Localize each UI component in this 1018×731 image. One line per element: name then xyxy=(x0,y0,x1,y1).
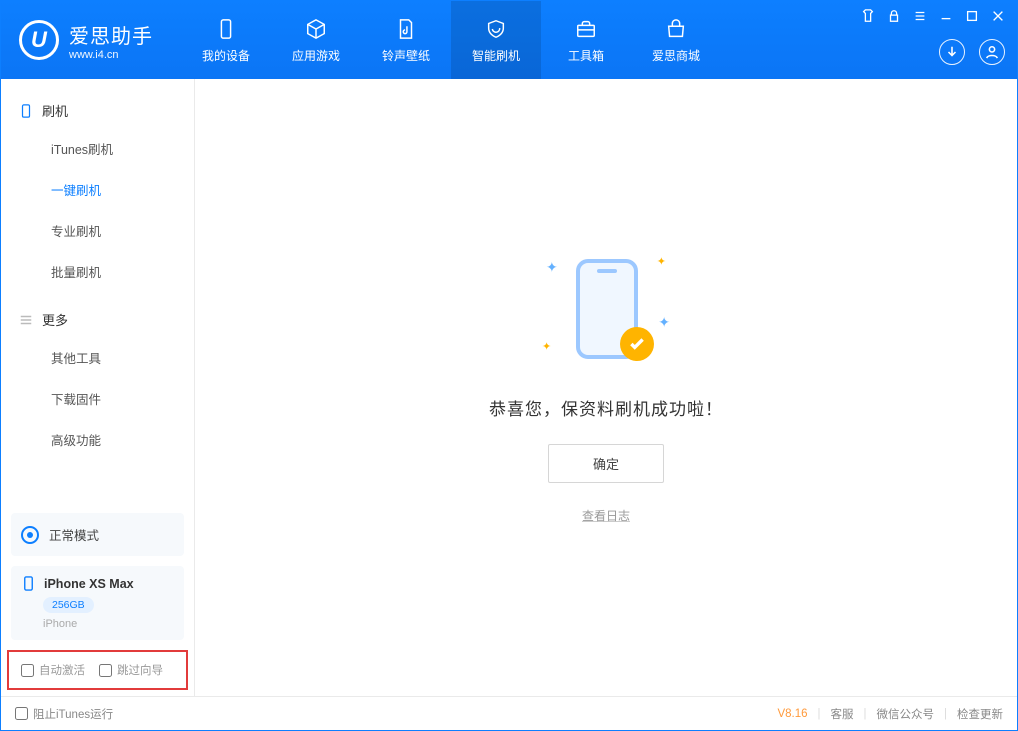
mode-status-icon xyxy=(21,526,39,544)
sidebar-group-flash: 刷机 iTunes刷机 一键刷机 专业刷机 批量刷机 xyxy=(1,93,194,292)
block-itunes-label: 阻止iTunes运行 xyxy=(33,706,113,722)
auto-activate-label: 自动激活 xyxy=(39,662,85,678)
download-icon[interactable] xyxy=(939,39,965,65)
header: U 爱思助手 www.i4.cn 我的设备 应用游戏 铃声壁纸 智能刷机 xyxy=(1,1,1017,79)
body: 刷机 iTunes刷机 一键刷机 专业刷机 批量刷机 更多 其他工具 下载固件 … xyxy=(1,79,1017,696)
toolbox-icon xyxy=(574,17,598,41)
auto-options-row: 自动激活 跳过向导 xyxy=(7,650,188,690)
sidebar-group-label: 更多 xyxy=(42,310,68,329)
skip-guide-checkbox[interactable]: 跳过向导 xyxy=(99,662,163,678)
separator: | xyxy=(818,708,821,720)
footer-right: V8.16 | 客服 | 微信公众号 | 检查更新 xyxy=(777,706,1003,722)
user-icon[interactable] xyxy=(979,39,1005,65)
sidebar-item-batch-flash[interactable]: 批量刷机 xyxy=(1,251,194,292)
block-itunes-checkbox[interactable]: 阻止iTunes运行 xyxy=(15,706,113,722)
version-label: V8.16 xyxy=(777,708,807,720)
store-icon xyxy=(664,17,688,41)
auto-activate-input[interactable] xyxy=(21,664,34,677)
check-badge-icon xyxy=(620,327,654,361)
tab-my-device[interactable]: 我的设备 xyxy=(181,1,271,79)
check-update-link[interactable]: 检查更新 xyxy=(957,706,1003,722)
maximize-icon[interactable] xyxy=(965,9,979,23)
sidebar-group-title-more: 更多 xyxy=(1,302,194,337)
logo-area: U 爱思助手 www.i4.cn xyxy=(1,1,181,79)
sidebar-group-title-flash: 刷机 xyxy=(1,93,194,128)
separator: | xyxy=(944,708,947,720)
phone-small-icon xyxy=(21,576,36,591)
device-box[interactable]: iPhone XS Max 256GB iPhone xyxy=(11,566,184,640)
mode-box[interactable]: 正常模式 xyxy=(11,513,184,556)
ok-button[interactable]: 确定 xyxy=(548,444,664,483)
tab-label: 爱思商城 xyxy=(652,47,700,64)
success-illustration: ✦ ✦ ✦ ✦ xyxy=(536,251,676,371)
device-name: iPhone XS Max xyxy=(44,577,134,591)
logo-icon: U xyxy=(19,20,59,60)
tab-smart-flash[interactable]: 智能刷机 xyxy=(451,1,541,79)
main-content: ✦ ✦ ✦ ✦ 恭喜您，保资料刷机成功啦！ 确定 查看日志 xyxy=(195,79,1017,696)
device-type: iPhone xyxy=(43,618,174,630)
sidebar: 刷机 iTunes刷机 一键刷机 专业刷机 批量刷机 更多 其他工具 下载固件 … xyxy=(1,79,195,696)
refresh-shield-icon xyxy=(484,17,508,41)
sidebar-item-other-tools[interactable]: 其他工具 xyxy=(1,337,194,378)
logo-text: 爱思助手 www.i4.cn xyxy=(69,20,153,61)
device-icon xyxy=(19,104,33,118)
skip-guide-input[interactable] xyxy=(99,664,112,677)
sidebar-item-itunes-flash[interactable]: iTunes刷机 xyxy=(1,128,194,169)
app-title: 爱思助手 xyxy=(69,20,153,49)
sparkle-icon: ✦ xyxy=(657,255,666,268)
wechat-link[interactable]: 微信公众号 xyxy=(877,706,935,722)
sparkle-icon: ✦ xyxy=(658,314,670,331)
support-link[interactable]: 客服 xyxy=(831,706,854,722)
header-right xyxy=(849,1,1017,79)
tab-label: 应用游戏 xyxy=(292,47,340,64)
sidebar-item-oneclick-flash[interactable]: 一键刷机 xyxy=(1,169,194,210)
menu-icon[interactable] xyxy=(913,9,927,23)
window-controls xyxy=(861,9,1005,23)
top-nav: 我的设备 应用游戏 铃声壁纸 智能刷机 工具箱 爱思商城 xyxy=(181,1,721,79)
cube-icon xyxy=(304,17,328,41)
tab-store[interactable]: 爱思商城 xyxy=(631,1,721,79)
sidebar-item-advanced[interactable]: 高级功能 xyxy=(1,419,194,460)
list-icon xyxy=(19,313,33,327)
tab-toolbox[interactable]: 工具箱 xyxy=(541,1,631,79)
phone-icon xyxy=(214,17,238,41)
tab-label: 工具箱 xyxy=(568,47,604,64)
sidebar-item-pro-flash[interactable]: 专业刷机 xyxy=(1,210,194,251)
storage-badge: 256GB xyxy=(43,597,94,613)
footer: 阻止iTunes运行 V8.16 | 客服 | 微信公众号 | 检查更新 xyxy=(1,696,1017,730)
mode-label: 正常模式 xyxy=(49,525,99,544)
view-log-link[interactable]: 查看日志 xyxy=(582,507,630,524)
minimize-icon[interactable] xyxy=(939,9,953,23)
auto-activate-checkbox[interactable]: 自动激活 xyxy=(21,662,85,678)
sidebar-item-download-firmware[interactable]: 下载固件 xyxy=(1,378,194,419)
sparkle-icon: ✦ xyxy=(542,340,551,353)
sidebar-group-more: 更多 其他工具 下载固件 高级功能 xyxy=(1,302,194,460)
sidebar-lower: 正常模式 iPhone XS Max 256GB iPhone 自动激活 xyxy=(1,503,194,696)
skip-guide-label: 跳过向导 xyxy=(117,662,163,678)
close-icon[interactable] xyxy=(991,9,1005,23)
block-itunes-input[interactable] xyxy=(15,707,28,720)
success-message: 恭喜您，保资料刷机成功啦！ xyxy=(489,395,723,420)
header-action-icons xyxy=(939,39,1005,71)
sidebar-scroll: 刷机 iTunes刷机 一键刷机 专业刷机 批量刷机 更多 其他工具 下载固件 … xyxy=(1,79,194,503)
tab-label: 铃声壁纸 xyxy=(382,47,430,64)
separator: | xyxy=(864,708,867,720)
music-file-icon xyxy=(394,17,418,41)
app-subtitle: www.i4.cn xyxy=(69,49,153,61)
app-window: U 爱思助手 www.i4.cn 我的设备 应用游戏 铃声壁纸 智能刷机 xyxy=(0,0,1018,731)
sparkle-icon: ✦ xyxy=(546,259,558,276)
tshirt-icon[interactable] xyxy=(861,9,875,23)
tab-label: 智能刷机 xyxy=(472,47,520,64)
sidebar-group-label: 刷机 xyxy=(42,101,68,120)
lock-icon[interactable] xyxy=(887,9,901,23)
tab-ringtones-wallpapers[interactable]: 铃声壁纸 xyxy=(361,1,451,79)
tab-label: 我的设备 xyxy=(202,47,250,64)
tab-apps-games[interactable]: 应用游戏 xyxy=(271,1,361,79)
